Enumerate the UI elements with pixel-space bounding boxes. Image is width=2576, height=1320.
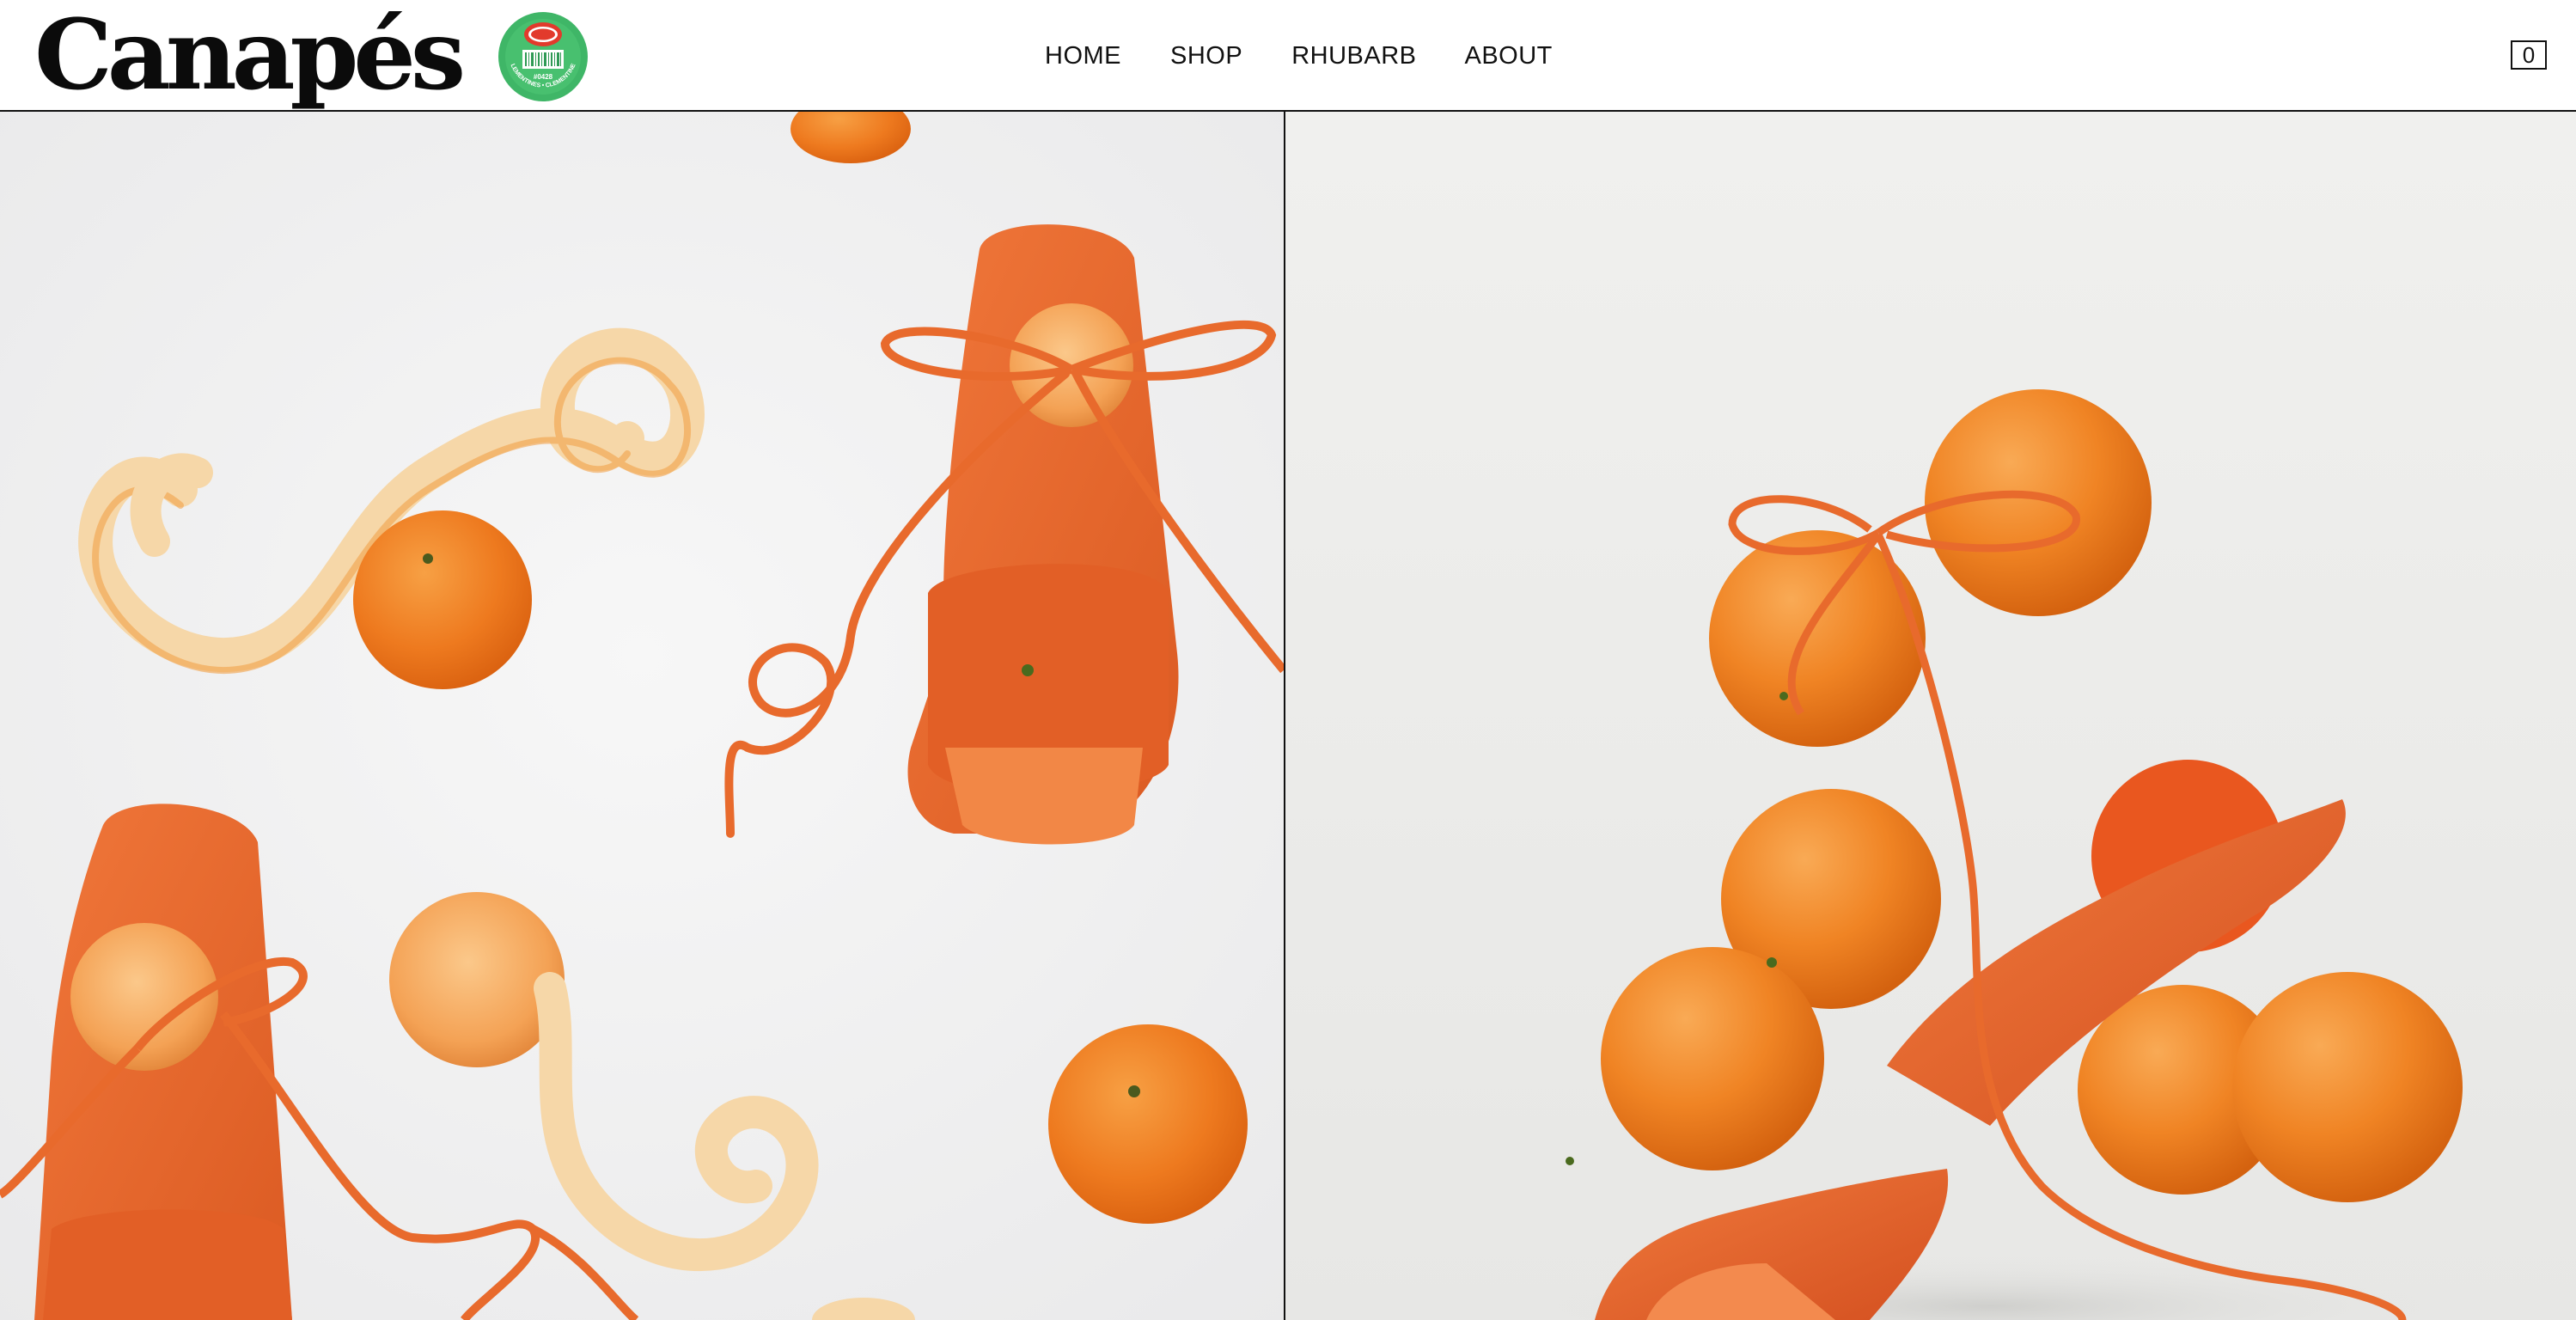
- cart-count: 0: [2522, 41, 2536, 68]
- clementine-stack-sandal-image: [1285, 112, 2576, 1320]
- nav-home[interactable]: HOME: [1045, 42, 1121, 70]
- gallery-image-right[interactable]: [1285, 112, 2576, 1320]
- clementine-sandals-flatlay-image: [0, 112, 1284, 1320]
- sticker-code: #0428: [534, 73, 553, 81]
- cart-button[interactable]: 0: [2511, 40, 2547, 70]
- main-nav: HOME SHOP RHUBARB ABOUT: [1045, 0, 1553, 112]
- site-header: Canapés #0428 CLEMENTINES • CLEMENTINES: [0, 0, 2576, 112]
- logo-text[interactable]: Canapés: [34, 8, 466, 104]
- nav-about[interactable]: ABOUT: [1465, 42, 1553, 70]
- page: Canapés #0428 CLEMENTINES • CLEMENTINES: [0, 0, 2576, 1320]
- clementine-sticker-icon: #0428 CLEMENTINES • CLEMENTINES: [497, 10, 588, 101]
- logo[interactable]: Canapés: [34, 5, 466, 107]
- nav-rhubarb[interactable]: RHUBARB: [1291, 42, 1416, 70]
- gallery-image-left[interactable]: [0, 112, 1285, 1320]
- nav-shop[interactable]: SHOP: [1170, 42, 1242, 70]
